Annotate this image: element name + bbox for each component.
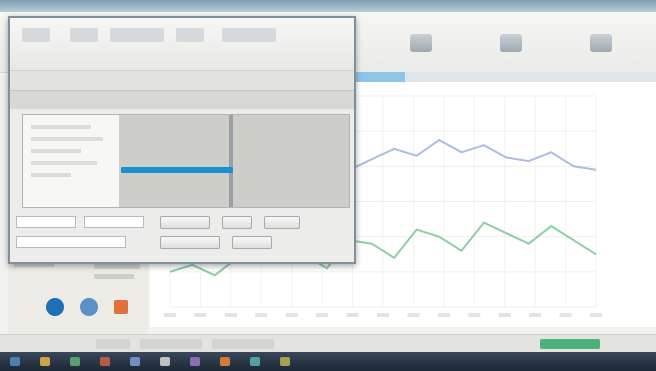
thumbnail-row [31,173,71,177]
status-tab[interactable] [212,339,274,349]
settings-icon[interactable] [80,298,98,316]
x-tick-mark [224,313,237,317]
dialog-tool-button[interactable] [110,28,164,42]
panel-row [94,274,134,279]
x-tick-mark [285,313,298,317]
ribbon-tool-icon[interactable] [500,34,522,52]
footer-button[interactable] [264,216,300,229]
taskbar-app-icon[interactable] [250,357,260,366]
x-tick-mark [468,313,481,317]
selected-line-indicator[interactable] [121,167,233,173]
dialog-tool-button[interactable] [222,28,276,42]
dialog-toolbar [10,18,354,70]
dialog-preview [22,114,350,208]
x-tick-mark [164,313,176,317]
taskbar-app-icon[interactable] [10,357,20,366]
thumbnail-row [31,161,97,165]
window-top-strip [0,0,656,12]
thumbnail-row [31,125,91,129]
x-tick-mark [437,313,450,317]
footer-button[interactable] [232,236,272,249]
x-tick-mark [407,313,420,317]
footer-button[interactable] [160,236,220,249]
x-tick-mark [529,313,542,317]
x-tick-mark [559,313,572,317]
ribbon-tool-icon[interactable] [590,34,612,52]
preview-canvas[interactable] [119,115,349,207]
x-tick-mark [316,313,329,317]
preview-thumbnail[interactable] [23,115,119,207]
x-tick-mark [346,313,359,317]
x-tick-mark [194,313,207,317]
dialog-controls-row [10,90,354,109]
status-indicator [540,339,600,349]
panel-row [94,264,140,269]
footer-field[interactable] [16,216,76,228]
status-tab[interactable] [140,339,202,349]
footer-field[interactable] [16,236,126,248]
taskbar-app-icon[interactable] [130,357,140,366]
splitter-handle[interactable] [229,115,233,207]
blue-globe-icon[interactable] [46,298,64,316]
thumbnail-row [31,149,81,153]
orange-app-icon[interactable] [114,300,128,314]
x-tick-mark [255,313,268,317]
status-tab[interactable] [96,339,130,349]
ribbon-tool-icon[interactable] [410,34,432,52]
footer-field[interactable] [84,216,144,228]
dialog-tool-button[interactable] [176,28,204,42]
thumbnail-row [31,137,103,141]
taskbar-app-icon[interactable] [160,357,170,366]
taskbar-app-icon[interactable] [220,357,230,366]
footer-button[interactable] [222,216,252,229]
settings-dialog [8,16,356,264]
x-tick-mark [377,313,389,317]
left-side-panel [8,256,148,334]
taskbar [0,352,656,371]
dialog-footer [10,210,354,262]
dialog-tool-button[interactable] [22,28,50,42]
footer-button[interactable] [160,216,210,229]
status-bar [0,334,656,353]
dialog-tool-button[interactable] [70,28,98,42]
dialog-options-row [10,70,354,91]
x-tick-mark [498,313,511,317]
taskbar-app-icon[interactable] [280,357,290,366]
taskbar-app-icon[interactable] [100,357,110,366]
taskbar-app-icon[interactable] [70,357,80,366]
tab-active[interactable] [350,72,405,82]
taskbar-app-icon[interactable] [190,357,200,366]
taskbar-app-icon[interactable] [40,357,50,366]
x-tick-mark [590,313,602,317]
